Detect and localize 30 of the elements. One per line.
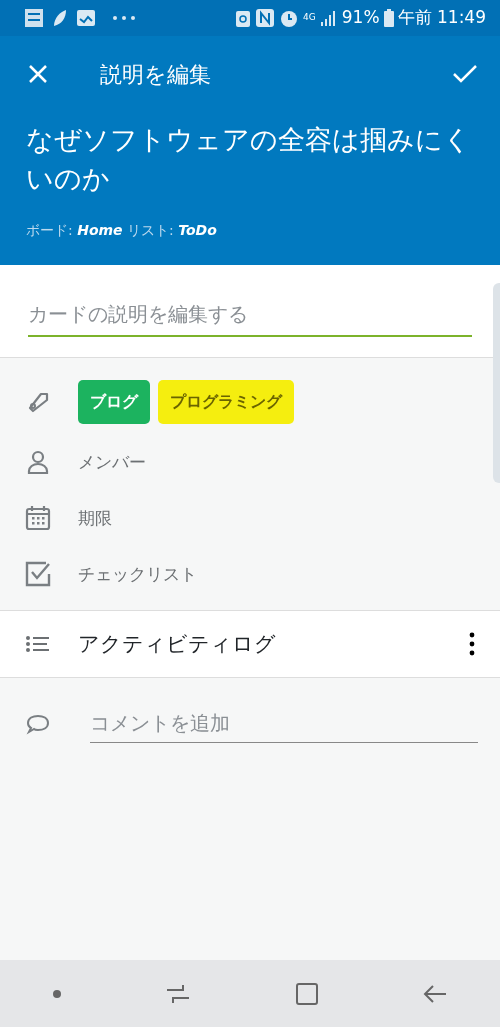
screen-title: 説明を編集 <box>100 60 211 89</box>
back-icon[interactable] <box>422 982 449 1005</box>
dot-icon[interactable] <box>51 988 62 999</box>
more-icon <box>112 15 136 21</box>
field-label[interactable]: メンバー <box>78 449 146 476</box>
more-options-icon[interactable] <box>468 632 476 657</box>
calendar-icon <box>24 504 52 533</box>
field-label[interactable]: 期限 <box>78 505 112 532</box>
nfc-icon <box>255 8 276 28</box>
checkbox-icon <box>24 560 52 589</box>
activity-title: アクティビティログ <box>78 630 276 658</box>
card-title: なぜソフトウェアの全容は掴みにくいのか <box>25 123 472 197</box>
description-editor[interactable]: カードの説明を編集する <box>0 265 500 359</box>
battery-icon <box>383 9 394 27</box>
image-icon <box>76 8 96 28</box>
leaf-icon <box>52 8 68 28</box>
label-tag[interactable]: ブログ <box>78 380 150 425</box>
battery-percent: 91% <box>341 6 380 30</box>
field-label[interactable]: チェックリスト <box>78 561 197 588</box>
signal-icon <box>319 10 338 26</box>
edge-handle[interactable] <box>493 283 500 483</box>
home-icon[interactable] <box>294 981 319 1006</box>
comment-field[interactable]: コメントを追加 <box>90 706 478 744</box>
clock: 午前 11:49 <box>397 6 486 30</box>
close-icon[interactable] <box>28 64 48 84</box>
network-type: 4G <box>303 11 316 25</box>
app-notification-icon <box>24 8 44 28</box>
check-icon[interactable] <box>452 64 478 84</box>
label-tag[interactable]: プログラミング <box>158 380 294 425</box>
board-list-info: ボード: Home リスト: ToDo <box>25 221 218 241</box>
